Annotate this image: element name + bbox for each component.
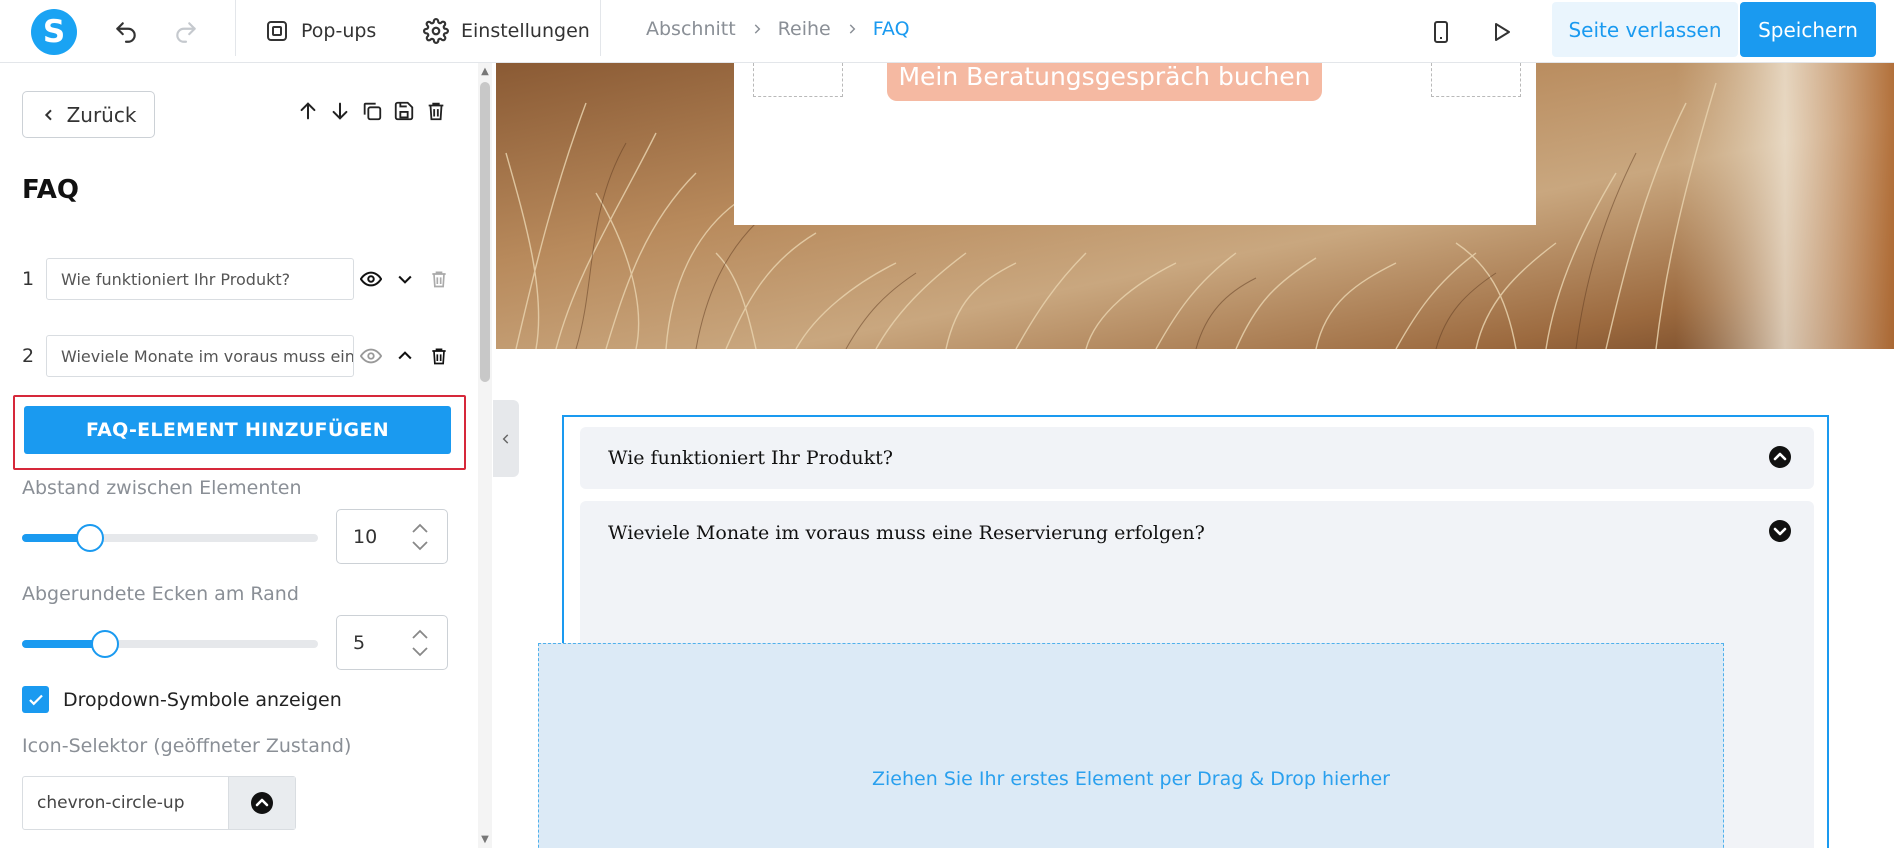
dropdown-icons-label: Dropdown-Symbole anzeigen [63,688,342,711]
scroll-down-arrow-icon[interactable]: ▼ [478,834,492,846]
redo-icon[interactable] [170,16,202,48]
back-button[interactable]: Zurück [22,91,155,138]
duplicate-icon[interactable] [360,99,384,123]
faq-question-input[interactable]: Wie funktioniert Ihr Produkt? [46,258,354,300]
hero-background-image: Mein Beratungsgespräch buchen [496,63,1894,349]
radius-slider[interactable] [22,630,318,658]
faq-item-row: 2 Wieviele Monate im voraus muss eine Re… [22,335,456,377]
book-consultation-button[interactable]: Mein Beratungsgespräch buchen [887,63,1322,101]
faq-accordion-item[interactable]: Wie funktioniert Ihr Produkt? [580,427,1814,489]
editor-canvas: Mein Beratungsgespräch buchen Wie funkti… [496,63,1894,848]
popups-button[interactable]: Pop-ups [265,13,376,49]
panel-scrollbar-thumb[interactable] [480,82,490,382]
chevron-up-icon[interactable] [388,339,422,373]
toolbar-divider [600,0,601,56]
trash-icon[interactable] [422,339,456,373]
icon-selector[interactable]: chevron-circle-up [22,776,296,830]
content-card: Mein Beratungsgespräch buchen [734,63,1536,225]
radius-label: Abgerundete Ecken am Rand [22,583,299,605]
faq-question-text: Wieviele Monate im voraus muss eine Rese… [608,522,1205,544]
empty-column-placeholder[interactable] [1431,63,1521,97]
breadcrumb-section[interactable]: Abschnitt [646,18,736,40]
top-toolbar: S Pop-ups Einstellungen Abschnitt Reihe … [0,0,1894,63]
play-preview-icon[interactable] [1485,16,1517,48]
arrow-up-icon[interactable] [296,99,320,123]
dropdown-icons-checkbox[interactable] [22,686,49,713]
icon-selector-label: Icon-Selektor (geöffneter Zustand) [22,735,352,757]
spacing-value: 10 [353,525,378,548]
radius-slider-handle[interactable] [90,630,119,658]
eye-icon[interactable] [354,339,388,373]
faq-question-text: Wie funktioniert Ihr Produkt? [608,447,893,469]
faq-item-number: 1 [22,268,35,290]
popups-label: Pop-ups [301,20,377,42]
app-logo[interactable]: S [31,9,77,55]
checkmark-icon [28,694,43,705]
spacing-label: Abstand zwischen Elementen [22,477,302,499]
spacing-slider[interactable] [22,524,318,552]
chevron-circle-down-icon[interactable] [1768,519,1792,543]
breadcrumb-row[interactable]: Reihe [778,18,831,40]
toolbar-divider [235,0,236,56]
faq-item-number: 2 [22,345,35,367]
stepper-icon[interactable] [411,520,429,554]
chevron-left-icon [502,433,509,444]
chevron-down-icon[interactable] [388,262,422,296]
chevron-left-icon [44,109,52,120]
faq-item-row: 1 Wie funktioniert Ihr Produkt? [22,258,456,300]
icon-selector-value[interactable]: chevron-circle-up [23,777,228,829]
radius-number-input[interactable]: 5 [336,615,448,670]
scroll-up-arrow-icon[interactable]: ▲ [478,66,492,78]
eye-icon[interactable] [354,262,388,296]
empty-column-placeholder[interactable] [753,63,843,97]
stepper-icon[interactable] [411,626,429,660]
add-faq-item-button[interactable]: FAQ-ELEMENT HINZUFÜGEN [24,406,451,454]
chevron-circle-up-icon[interactable] [1768,445,1792,469]
settings-label: Einstellungen [461,20,590,42]
settings-panel: Zurück FAQ 1 Wie funktioniert Ihr Produk… [0,63,480,848]
popup-icon [267,21,287,41]
settings-button[interactable]: Einstellungen [423,13,590,49]
spacing-number-input[interactable]: 10 [336,509,448,564]
chevron-right-icon [754,24,761,34]
chevron-right-icon [849,24,856,34]
trash-icon[interactable] [424,99,448,123]
mobile-preview-icon[interactable] [1425,16,1457,48]
breadcrumb: Abschnitt Reihe FAQ [646,18,910,40]
dropdown-icons-option: Dropdown-Symbole anzeigen [22,686,342,713]
chevron-circle-up-icon[interactable] [228,777,295,829]
collapse-panel-handle[interactable] [493,400,519,477]
back-label: Zurück [66,102,137,127]
save-icon[interactable] [392,99,416,123]
faq-question-input[interactable]: Wieviele Monate im voraus muss eine Rese… [46,335,354,377]
gear-icon [423,18,449,44]
panel-title: FAQ [22,175,80,205]
arrow-down-icon[interactable] [328,99,352,123]
spacing-slider-handle[interactable] [76,524,105,552]
undo-icon[interactable] [110,16,142,48]
breadcrumb-faq[interactable]: FAQ [873,18,910,40]
leave-page-button[interactable]: Seite verlassen [1552,2,1738,57]
element-tools [296,99,448,123]
drop-zone[interactable]: Ziehen Sie Ihr erstes Element per Drag &… [538,643,1724,848]
save-button[interactable]: Speichern [1740,2,1876,57]
radius-value: 5 [353,631,366,654]
trash-icon[interactable] [422,262,456,296]
